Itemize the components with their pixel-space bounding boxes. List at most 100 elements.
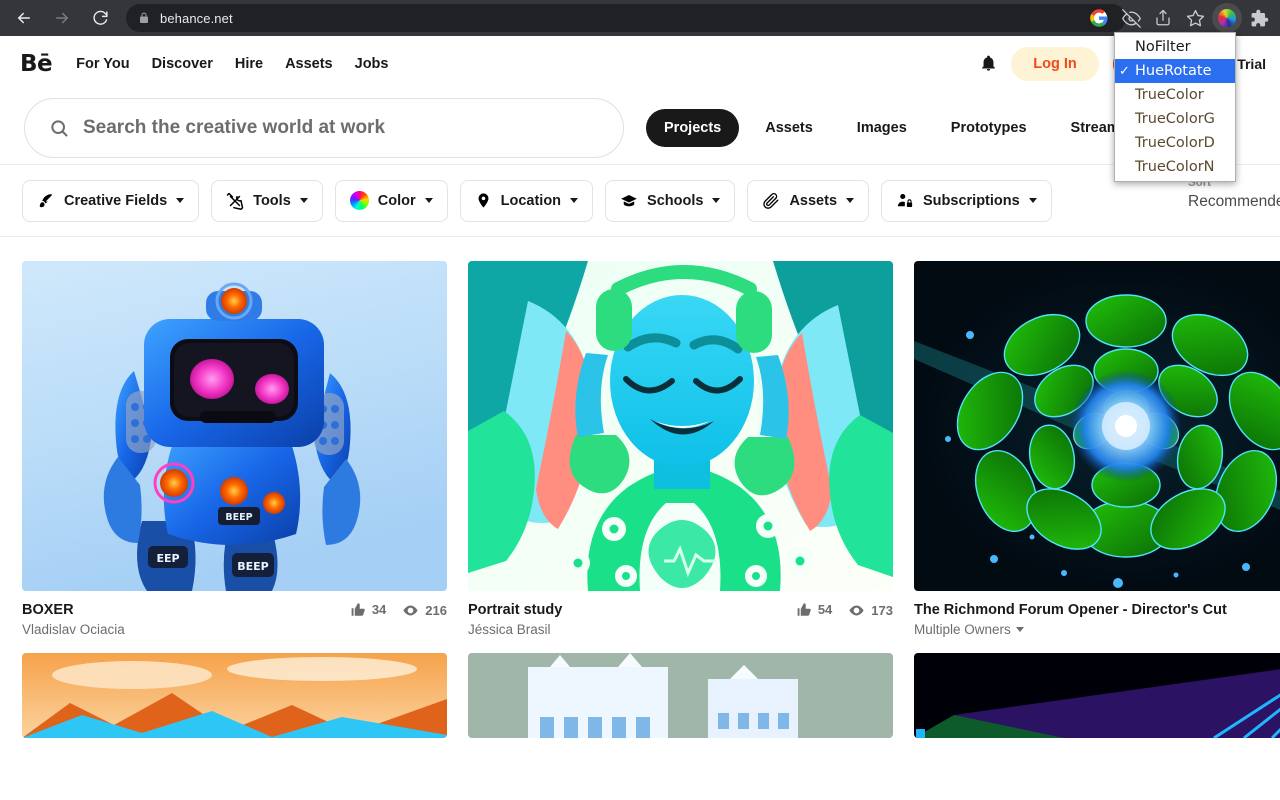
ext-menu-item-nofilter[interactable]: NoFilter [1115, 35, 1235, 59]
filter-location[interactable]: Location [460, 180, 593, 222]
nav-for-you[interactable]: For You [76, 56, 129, 72]
project-thumbnail-white-buildings[interactable] [468, 653, 893, 738]
view-count: 216 [425, 603, 447, 618]
project-stats: 34 216 [351, 601, 447, 637]
sort-control[interactable]: Sort Recommended [1188, 177, 1280, 211]
chevron-down-icon [425, 198, 433, 203]
search-icon [49, 118, 69, 138]
color-wheel-extension-icon[interactable] [1212, 3, 1242, 33]
filter-label-schools: Schools [647, 193, 703, 209]
person-lock-icon [896, 192, 914, 210]
lock-icon [138, 12, 150, 24]
paperclip-icon [762, 192, 780, 210]
ext-label-4: TrueColorD [1135, 135, 1215, 151]
like-stat[interactable]: 54 [797, 602, 832, 617]
ext-label-2: TrueColor [1135, 87, 1204, 103]
tab-prototypes[interactable]: Prototypes [933, 109, 1045, 147]
chevron-down-icon [300, 198, 308, 203]
extension-filter-dropdown[interactable]: NoFilter ✓ HueRotate TrueColor TrueColor… [1114, 32, 1236, 182]
nav-hire[interactable]: Hire [235, 56, 263, 72]
filter-subscriptions[interactable]: Subscriptions [881, 180, 1052, 222]
reload-icon[interactable] [86, 4, 114, 32]
tab-projects[interactable]: Projects [646, 109, 739, 147]
project-thumbnail-richmond-forum[interactable] [914, 261, 1280, 591]
project-title[interactable]: BOXER [22, 601, 351, 619]
filter-label-tools: Tools [253, 193, 291, 209]
puzzle-extensions-icon[interactable] [1244, 3, 1274, 33]
eye-off-icon[interactable] [1116, 3, 1146, 33]
ext-menu-item-truecolor[interactable]: TrueColor [1115, 83, 1235, 107]
svg-text:BEEP: BEEP [237, 560, 268, 573]
chevron-down-icon [570, 198, 578, 203]
ext-menu-item-truecolord[interactable]: TrueColorD [1115, 131, 1235, 155]
filter-schools[interactable]: Schools [605, 180, 735, 222]
project-card[interactable] [22, 653, 447, 738]
nav-discover[interactable]: Discover [152, 56, 213, 72]
project-owner-name: Jéssica Brasil [468, 622, 551, 637]
google-icon[interactable] [1084, 3, 1114, 33]
address-bar[interactable]: behance.net [126, 4, 1126, 32]
color-wheel-icon [350, 191, 369, 210]
tab-assets[interactable]: Assets [747, 109, 831, 147]
search-input[interactable] [83, 117, 599, 139]
project-thumbnail-portrait-study[interactable] [468, 261, 893, 591]
svg-text:BEEP: BEEP [225, 512, 252, 523]
view-stat[interactable]: 173 [848, 602, 893, 619]
tab-images[interactable]: Images [839, 109, 925, 147]
project-title[interactable]: The Richmond Forum Opener - Director's C… [914, 601, 1280, 619]
project-card[interactable] [468, 653, 893, 738]
back-arrow-icon[interactable] [10, 4, 38, 32]
project-thumbnail-orange-mountains[interactable] [22, 653, 447, 738]
project-card[interactable]: EEP BEEP BEEP [22, 261, 447, 637]
project-owner[interactable]: Vladislav Ociacia [22, 622, 351, 637]
behance-logo[interactable]: Bē [20, 51, 52, 77]
search-box[interactable] [24, 98, 624, 158]
ext-label-3: TrueColorG [1135, 111, 1215, 127]
project-meta: The Richmond Forum Opener - Director's C… [914, 591, 1280, 637]
url-text: behance.net [160, 11, 233, 26]
ext-menu-item-truecolorn[interactable]: TrueColorN [1115, 155, 1235, 179]
filter-assets[interactable]: Assets [747, 180, 869, 222]
filter-label-creative-fields: Creative Fields [64, 193, 167, 209]
project-card[interactable] [914, 653, 1280, 738]
notification-bell-icon[interactable] [980, 55, 997, 72]
login-button[interactable]: Log In [1011, 47, 1099, 81]
project-thumbnail-boxer[interactable]: EEP BEEP BEEP [22, 261, 447, 591]
ext-menu-item-truecolorg[interactable]: TrueColorG [1115, 107, 1235, 131]
filter-color[interactable]: Color [335, 180, 448, 222]
project-owner-name: Vladislav Ociacia [22, 622, 125, 637]
view-stat[interactable]: 216 [402, 602, 447, 619]
nav-assets[interactable]: Assets [285, 56, 333, 72]
project-title[interactable]: Portrait study [468, 601, 797, 619]
filter-label-assets: Assets [789, 193, 837, 209]
site-header: Bē For You Discover Hire Assets Jobs Log… [0, 36, 1280, 91]
project-meta: BOXER Vladislav Ociacia 34 216 [22, 591, 447, 637]
chevron-down-icon [1029, 198, 1037, 203]
project-stats: 54 173 [797, 601, 893, 637]
creative-fields-icon [37, 192, 55, 210]
filter-tools[interactable]: Tools [211, 180, 323, 222]
project-meta: Portrait study Jéssica Brasil 54 173 [468, 591, 893, 637]
search-row: Projects Assets Images Prototypes Stream… [0, 91, 1280, 165]
share-icon[interactable] [1148, 3, 1178, 33]
ext-menu-item-huerotate[interactable]: ✓ HueRotate [1115, 59, 1235, 83]
chevron-down-icon [176, 198, 184, 203]
sort-value: Recommended [1188, 193, 1280, 211]
project-card[interactable]: Portrait study Jéssica Brasil 54 173 [468, 261, 893, 637]
project-owner[interactable]: Multiple Owners [914, 622, 1280, 637]
like-stat[interactable]: 34 [351, 602, 386, 617]
filter-creative-fields[interactable]: Creative Fields [22, 180, 199, 222]
project-owner[interactable]: Jéssica Brasil [468, 622, 797, 637]
chevron-down-icon [1016, 627, 1024, 632]
bookmark-star-icon[interactable] [1180, 3, 1210, 33]
filter-label-color: Color [378, 193, 416, 209]
project-card[interactable]: The Richmond Forum Opener - Director's C… [914, 261, 1280, 637]
thumbs-up-icon [797, 602, 812, 617]
project-thumbnail-dark-geometric[interactable] [914, 653, 1280, 738]
forward-arrow-icon[interactable] [48, 4, 76, 32]
eye-icon [402, 602, 419, 619]
browser-chrome: behance.net [0, 0, 1280, 36]
location-pin-icon [475, 192, 492, 209]
chevron-down-icon [712, 198, 720, 203]
nav-jobs[interactable]: Jobs [355, 56, 389, 72]
